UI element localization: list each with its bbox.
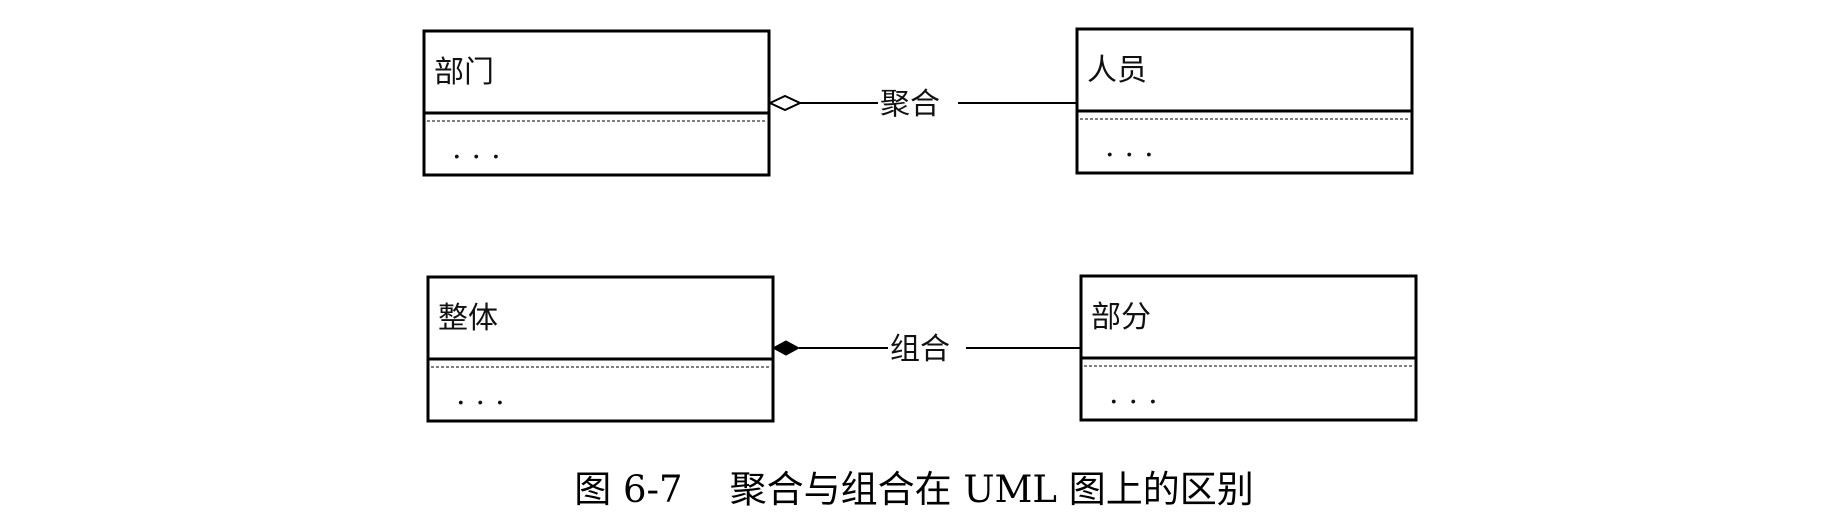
class-name-part: 部分 [1091,300,1151,335]
composition-relation: 组合 [771,332,1081,367]
class-box-whole: 整体 ... [426,275,775,423]
composition-label: 组合 [890,332,950,367]
aggregation-relation: 聚合 [767,87,1077,122]
uml-diagram: 部门 ... 人员 ... 聚合 整体 ... 部分 ... 组合 图 6-7 … [422,27,1418,511]
filled-diamond-icon [771,340,801,356]
class-attributes-whole: ... [456,377,515,412]
class-name-staff: 人员 [1087,53,1147,88]
class-box-part: 部分 ... [1079,274,1418,422]
aggregation-label: 聚合 [880,87,940,122]
class-box-department: 部门 ... [422,29,771,177]
class-name-department: 部门 [434,55,494,90]
hollow-diamond-icon [767,94,803,112]
class-attributes-part: ... [1109,376,1168,411]
class-name-whole: 整体 [438,301,498,336]
class-attributes-department: ... [452,131,511,166]
figure-caption: 图 6-7 聚合与组合在 UML 图上的区别 [574,468,1254,511]
class-attributes-staff: ... [1105,129,1164,164]
class-box-staff: 人员 ... [1075,27,1414,175]
